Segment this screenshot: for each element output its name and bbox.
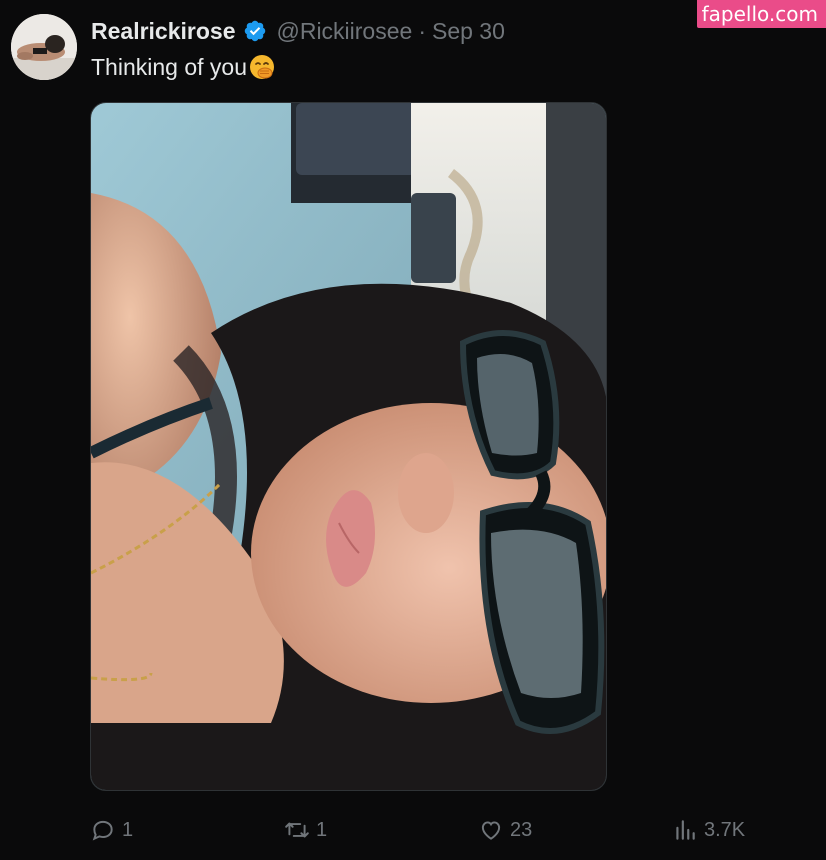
views-button[interactable]: 3.7K [672,810,745,850]
face-with-hand-over-mouth-icon [248,53,276,81]
like-button[interactable]: 23 [478,810,532,850]
tweet-text: Thinking of you [91,51,276,83]
display-name[interactable]: Realrickirose [91,18,235,45]
tweet-text-body: Thinking of you [91,54,247,80]
tweet-date[interactable]: Sep 30 [432,18,505,45]
reply-button[interactable]: 1 [90,810,133,850]
retweet-button[interactable]: 1 [284,810,327,850]
watermark-label: fapello.com [696,0,826,28]
verified-badge-icon [243,19,267,43]
tweet-photo[interactable] [90,102,607,791]
views-count: 3.7K [704,818,746,841]
retweet-count: 1 [316,818,328,841]
user-handle[interactable]: @Rickiirosee [276,18,412,45]
reply-icon [92,820,113,841]
like-count: 23 [510,818,533,841]
retweet-icon [285,822,309,838]
avatar[interactable] [11,14,77,80]
separator-dot: · [418,17,426,44]
photo-icon [91,103,606,790]
reply-count: 1 [122,818,134,841]
views-chart-icon [676,820,695,840]
avatar-image [11,14,77,80]
heart-icon [481,821,501,840]
